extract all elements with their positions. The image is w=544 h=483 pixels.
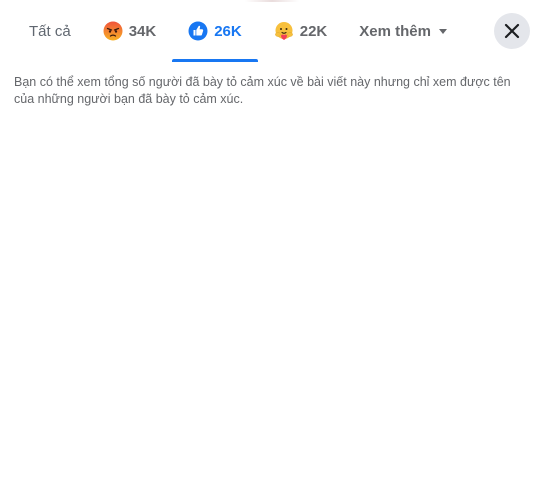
reactions-privacy-notice: Bạn có thể xem tổng số người đã bày tỏ c… <box>14 75 511 106</box>
tab-care[interactable]: 22K <box>258 0 344 62</box>
tab-more-label: Xem thêm <box>359 22 431 40</box>
reactions-dialog: Tất cả 34K 26K 22K Xem thêm Bạn có thể x… <box>0 0 544 483</box>
tab-angry[interactable]: 34K <box>87 0 173 62</box>
tab-like-count: 26K <box>214 22 242 40</box>
tab-all[interactable]: Tất cả <box>14 0 87 62</box>
reaction-tabs: Tất cả 34K 26K 22K Xem thêm <box>0 0 544 62</box>
close-icon <box>504 23 520 39</box>
care-icon <box>274 21 294 41</box>
tab-more[interactable]: Xem thêm <box>343 0 463 62</box>
angry-icon <box>103 21 123 41</box>
tab-all-label: Tất cả <box>29 22 71 40</box>
tab-like[interactable]: 26K <box>172 0 258 62</box>
tab-care-count: 22K <box>299 22 328 40</box>
tab-angry-count: 34K <box>128 22 157 40</box>
caret-down-icon <box>438 28 447 34</box>
like-icon <box>188 21 208 41</box>
close-button[interactable] <box>494 13 530 49</box>
